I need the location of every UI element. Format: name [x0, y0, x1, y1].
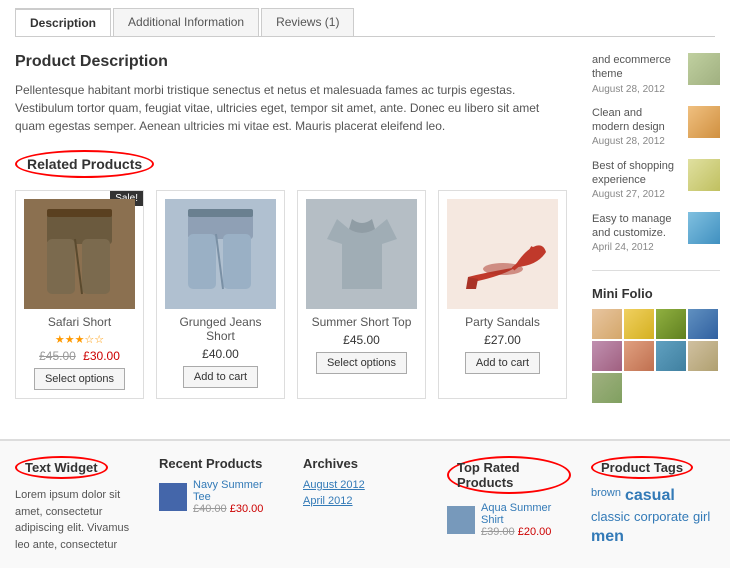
footer: Text Widget Lorem ipsum dolor sit amet, …: [0, 439, 730, 568]
sidebar-post-2: Clean and modern design August 28, 2012: [592, 106, 720, 149]
footer-recent-product-1-img: [159, 483, 187, 511]
sidebar-post-4: Easy to manage and customize. April 24, …: [592, 212, 720, 255]
sidebar-divider: [592, 270, 720, 271]
footer-text-widget-body: Lorem ipsum dolor sit amet, consectetur …: [15, 487, 139, 553]
product-name-safari: Safari Short: [24, 315, 135, 329]
footer-top-rated-price-1: £39.00 £20.00: [481, 526, 571, 538]
product-name-shirt: Summer Short Top: [306, 315, 417, 329]
product-card-jeans: Grunged Jeans Short £40.00 Add to cart: [156, 190, 285, 399]
sidebar-post-4-date: April 24, 2012: [592, 242, 654, 253]
sidebar-post-2-text: Clean and modern design: [592, 107, 665, 133]
mini-folio-img-8: [688, 341, 718, 371]
mini-folio-grid: [592, 309, 720, 403]
mini-folio-img-9: [592, 373, 622, 403]
footer-recent-products-title: Recent Products: [159, 456, 283, 471]
footer-top-rated-name-1[interactable]: Aqua Summer Shirt: [481, 502, 571, 526]
mini-folio-img-3: [656, 309, 686, 339]
footer-product-tags-title: Product Tags: [591, 456, 693, 479]
footer-recent-product-1-price: £40.00 £30.00: [193, 503, 283, 515]
shorts-icon: [42, 209, 117, 299]
footer-recent-products: Recent Products Navy Summer Tee £40.00 £…: [159, 456, 283, 553]
mini-folio-img-7: [656, 341, 686, 371]
product-name-sandals: Party Sandals: [447, 315, 558, 329]
tag-men[interactable]: men: [591, 528, 624, 546]
product-add-sandals[interactable]: Add to cart: [465, 352, 540, 374]
mini-folio-img-1: [592, 309, 622, 339]
tab-description[interactable]: Description: [15, 8, 111, 36]
sidebar-post-1-img: [688, 53, 720, 85]
tag-casual[interactable]: casual: [625, 487, 675, 505]
footer-top-rated-title: Top Rated Products: [447, 456, 571, 494]
mini-folio-img-6: [624, 341, 654, 371]
product-add-jeans[interactable]: Add to cart: [183, 366, 258, 388]
product-price-jeans: £40.00: [165, 347, 276, 361]
product-description-title: Product Description: [15, 53, 567, 71]
footer-top-rated-img-1: [447, 506, 475, 534]
sidebar-post-4-img: [688, 212, 720, 244]
left-content: Product Description Pellentesque habitan…: [0, 53, 582, 419]
footer-product-tags: Product Tags brown casual classic corpor…: [591, 456, 715, 553]
tab-additional-info[interactable]: Additional Information: [113, 8, 259, 36]
footer-recent-product-1-name[interactable]: Navy Summer Tee: [193, 479, 283, 503]
product-card-safari: Sale! Safari Short ★★★☆☆ £45.00 £30.00: [15, 190, 144, 399]
tab-reviews[interactable]: Reviews (1): [261, 8, 354, 36]
mini-folio-img-4: [688, 309, 718, 339]
footer-top-rated: Top Rated Products Aqua Summer Shirt £39…: [447, 456, 571, 553]
related-products-title: Related Products: [15, 150, 567, 190]
right-sidebar: and ecommerce theme August 28, 2012 Clea…: [582, 53, 730, 419]
product-image-shirt: [306, 199, 417, 309]
footer-text-widget-title: Text Widget: [15, 456, 108, 479]
sidebar-post-1-date: August 28, 2012: [592, 84, 665, 95]
sidebar-post-4-text: Easy to manage and customize.: [592, 213, 672, 239]
footer-archive-item-1: August 2012: [303, 479, 427, 491]
footer-archives-title: Archives: [303, 456, 427, 471]
jeans-icon: [183, 209, 258, 299]
footer-archive-link-2[interactable]: April 2012: [303, 495, 353, 507]
product-image-jeans: [165, 199, 276, 309]
footer-top-rated-product-1: Aqua Summer Shirt £39.00 £20.00: [447, 502, 571, 538]
footer-text-widget: Text Widget Lorem ipsum dolor sit amet, …: [15, 456, 139, 553]
sidebar-post-3-date: August 27, 2012: [592, 189, 665, 200]
sidebar-post-3-text: Best of shopping experience: [592, 160, 674, 186]
product-select-shirt[interactable]: Select options: [316, 352, 407, 374]
sidebar-post-1: and ecommerce theme August 28, 2012: [592, 53, 720, 96]
product-description-body: Pellentesque habitant morbi tristique se…: [15, 81, 567, 135]
sidebar-post-2-date: August 28, 2012: [592, 136, 665, 147]
sidebar-post-3: Best of shopping experience August 27, 2…: [592, 159, 720, 202]
product-card-shirt: Summer Short Top £45.00 Select options: [297, 190, 426, 399]
product-price-sandals: £27.00: [447, 333, 558, 347]
sidebar-post-1-text: and ecommerce theme: [592, 54, 671, 80]
product-name-jeans: Grunged Jeans Short: [165, 315, 276, 343]
product-card-sandals: Party Sandals £27.00 Add to cart: [438, 190, 567, 399]
footer-archive-link-1[interactable]: August 2012: [303, 479, 365, 491]
sidebar-post-3-img: [688, 159, 720, 191]
product-image-safari: [24, 199, 135, 309]
main-layout: Product Description Pellentesque habitan…: [0, 53, 730, 419]
products-grid: Sale! Safari Short ★★★☆☆ £45.00 £30.00: [15, 190, 567, 399]
product-rating-safari: ★★★☆☆: [24, 333, 135, 346]
mini-folio-title: Mini Folio: [592, 286, 720, 301]
footer-archives: Archives August 2012 April 2012: [303, 456, 427, 553]
mini-folio-img-2: [624, 309, 654, 339]
footer-recent-product-1: Navy Summer Tee £40.00 £30.00: [159, 479, 283, 515]
tshirt-icon: [327, 209, 397, 299]
tabs-container: Description Additional Information Revie…: [0, 0, 730, 37]
sidebar-post-2-img: [688, 106, 720, 138]
footer-archive-item-2: April 2012: [303, 495, 427, 507]
product-select-safari[interactable]: Select options: [34, 368, 125, 390]
product-image-sandals: [447, 199, 558, 309]
tab-bar: Description Additional Information Revie…: [15, 8, 715, 37]
heels-icon: [458, 217, 548, 292]
tag-brown[interactable]: brown: [591, 487, 621, 505]
product-price-shirt: £45.00: [306, 333, 417, 347]
product-price-safari: £45.00 £30.00: [24, 349, 135, 363]
mini-folio-img-5: [592, 341, 622, 371]
